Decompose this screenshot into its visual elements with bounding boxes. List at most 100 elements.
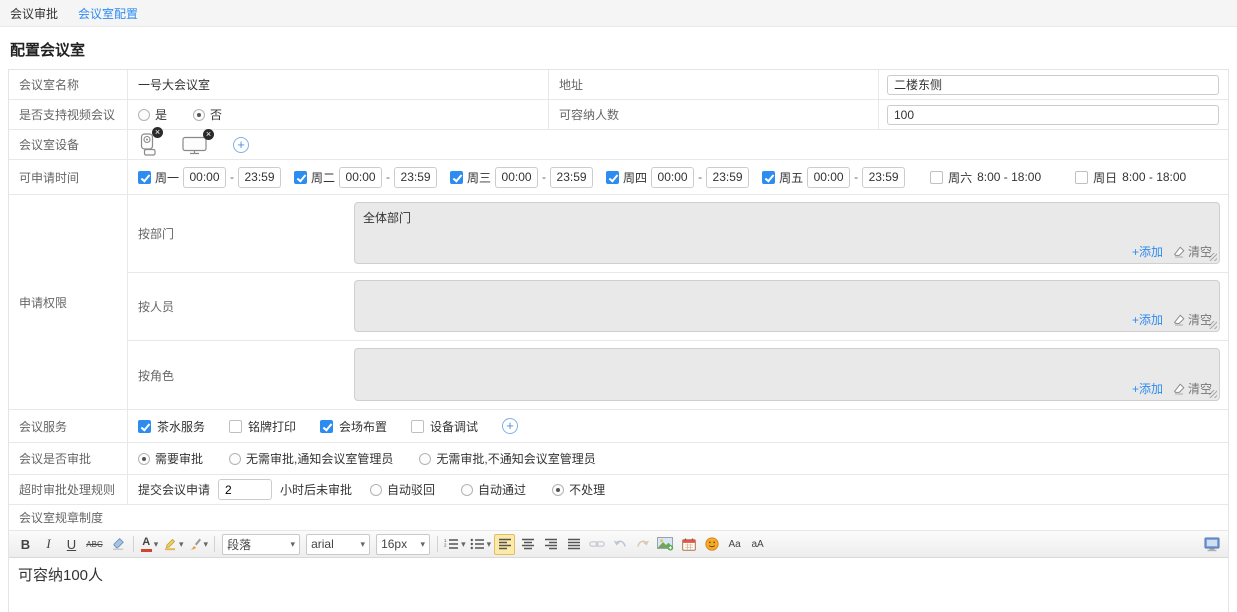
- radio-icon[interactable]: [193, 109, 205, 121]
- day-start-input[interactable]: [495, 167, 538, 188]
- undo-button[interactable]: [609, 534, 630, 555]
- timeout-hours-input[interactable]: [218, 479, 272, 500]
- checkbox-icon[interactable]: [411, 420, 424, 433]
- eraser-icon: [1173, 314, 1185, 326]
- department-list-box[interactable]: 全体部门: [354, 202, 1220, 264]
- add-service-button[interactable]: +: [502, 418, 518, 434]
- day-end-input[interactable]: [862, 167, 905, 188]
- radio-icon[interactable]: [229, 453, 241, 465]
- paragraph-format-value: 段落: [227, 536, 251, 553]
- service-option-debug[interactable]: 设备调试: [411, 418, 478, 435]
- approval-option-no-notify[interactable]: 无需审批,不通知会议室管理员: [419, 450, 595, 467]
- uppercase-button[interactable]: Aa: [724, 534, 745, 555]
- clear-department-link[interactable]: 清空: [1173, 243, 1212, 260]
- checkbox-icon[interactable]: [229, 420, 242, 433]
- permission-by-role: 按角色 +添加 清空: [128, 341, 1228, 409]
- day-checkbox[interactable]: [138, 171, 151, 184]
- lowercase-button[interactable]: aA: [747, 534, 768, 555]
- remove-equipment-icon[interactable]: ×: [203, 129, 214, 140]
- day-checkbox[interactable]: [294, 171, 307, 184]
- day-checkbox[interactable]: [1075, 171, 1088, 184]
- insert-date-button[interactable]: [678, 534, 699, 555]
- align-left-button[interactable]: [494, 534, 515, 555]
- day-checkbox[interactable]: [930, 171, 943, 184]
- toolbar-separator: [437, 536, 438, 552]
- add-person-link[interactable]: +添加: [1132, 311, 1163, 328]
- insert-image-button[interactable]: [655, 534, 676, 555]
- align-center-button[interactable]: [517, 534, 538, 555]
- address-input[interactable]: [887, 75, 1219, 95]
- service-option-setup[interactable]: 会场布置: [320, 418, 387, 435]
- paragraph-format-dropdown[interactable]: 段落 ▾: [222, 534, 300, 555]
- strikethrough-button[interactable]: ABC: [84, 534, 105, 555]
- add-role-link[interactable]: +添加: [1132, 380, 1163, 397]
- day-end-input[interactable]: [394, 167, 437, 188]
- remove-format-button[interactable]: [107, 534, 128, 555]
- service-option-tea[interactable]: 茶水服务: [138, 418, 205, 435]
- remove-equipment-icon[interactable]: ×: [152, 127, 163, 138]
- align-right-button[interactable]: [540, 534, 561, 555]
- link-button[interactable]: [586, 534, 607, 555]
- dash: -: [854, 170, 858, 184]
- day-checkbox[interactable]: [606, 171, 619, 184]
- capacity-input[interactable]: [887, 105, 1219, 125]
- add-department-link[interactable]: +添加: [1132, 243, 1163, 260]
- radio-icon[interactable]: [138, 453, 150, 465]
- brush-button[interactable]: ▾: [187, 534, 210, 555]
- numbered-list-button[interactable]: 12 ▾: [443, 534, 467, 555]
- schedule-day-thu: 周四 -: [606, 167, 749, 188]
- day-end-input[interactable]: [706, 167, 749, 188]
- radio-icon[interactable]: [461, 484, 473, 496]
- day-start-input[interactable]: [651, 167, 694, 188]
- radio-icon[interactable]: [138, 109, 150, 121]
- underline-button[interactable]: U: [61, 534, 82, 555]
- bold-button[interactable]: B: [15, 534, 36, 555]
- timeout-option-pass[interactable]: 自动通过: [461, 481, 526, 498]
- day-label: 周五: [779, 169, 803, 186]
- italic-button[interactable]: I: [38, 534, 59, 555]
- video-yes-option[interactable]: 是: [138, 106, 167, 123]
- font-size-value: 16px: [381, 537, 407, 551]
- timeout-option-none[interactable]: 不处理: [552, 481, 605, 498]
- add-equipment-button[interactable]: +: [233, 137, 249, 153]
- service-label: 茶水服务: [157, 418, 205, 435]
- font-family-value: arial: [311, 537, 334, 551]
- day-start-input[interactable]: [183, 167, 226, 188]
- radio-icon[interactable]: [552, 484, 564, 496]
- capacity-label: 可容纳人数: [549, 100, 879, 129]
- day-end-input[interactable]: [238, 167, 281, 188]
- font-family-dropdown[interactable]: arial ▾: [306, 534, 370, 555]
- redo-button[interactable]: [632, 534, 653, 555]
- highlight-color-button[interactable]: ▾: [162, 534, 185, 555]
- approval-option-notify[interactable]: 无需审批,通知会议室管理员: [229, 450, 393, 467]
- video-no-option[interactable]: 否: [193, 106, 222, 123]
- bullet-list-button[interactable]: ▾: [469, 534, 493, 555]
- checkbox-icon[interactable]: [320, 420, 333, 433]
- row-services: 会议服务 茶水服务 铭牌打印 会场布置 设备调试 +: [9, 410, 1228, 443]
- approval-option-required[interactable]: 需要审批: [138, 450, 203, 467]
- timeout-option-reject[interactable]: 自动驳回: [370, 481, 435, 498]
- checkbox-icon[interactable]: [138, 420, 151, 433]
- day-end-input[interactable]: [550, 167, 593, 188]
- equipment-item: ×: [182, 135, 207, 155]
- radio-icon[interactable]: [370, 484, 382, 496]
- nav-tab-meeting-approval[interactable]: 会议审批: [10, 5, 58, 22]
- editor-content[interactable]: 可容纳100人: [9, 558, 1228, 612]
- nav-tab-room-config[interactable]: 会议室配置: [78, 5, 138, 22]
- align-justify-button[interactable]: [563, 534, 584, 555]
- clear-person-link[interactable]: 清空: [1173, 311, 1212, 328]
- clear-role-link[interactable]: 清空: [1173, 380, 1212, 397]
- emoticon-button[interactable]: [701, 534, 722, 555]
- service-label: 设备调试: [430, 418, 478, 435]
- fullscreen-button[interactable]: [1201, 534, 1222, 555]
- radio-icon[interactable]: [419, 453, 431, 465]
- font-color-button[interactable]: A ▾: [139, 534, 160, 555]
- role-list-box[interactable]: [354, 348, 1220, 401]
- day-checkbox[interactable]: [762, 171, 775, 184]
- day-checkbox[interactable]: [450, 171, 463, 184]
- day-start-input[interactable]: [807, 167, 850, 188]
- person-list-box[interactable]: [354, 280, 1220, 332]
- service-option-nameplate[interactable]: 铭牌打印: [229, 418, 296, 435]
- day-start-input[interactable]: [339, 167, 382, 188]
- font-size-dropdown[interactable]: 16px ▾: [376, 534, 430, 555]
